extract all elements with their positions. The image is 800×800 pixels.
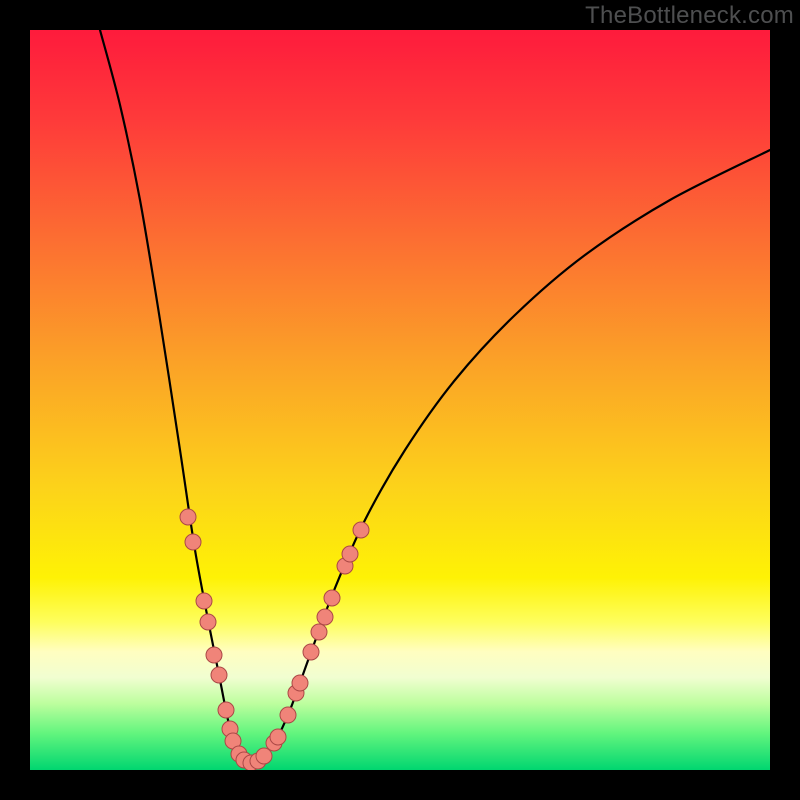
bottleneck-curve [100,30,770,763]
plot-area [30,30,770,770]
data-dot [303,644,319,660]
data-dots [180,509,369,770]
data-dot [292,675,308,691]
data-dot [324,590,340,606]
data-dot [311,624,327,640]
chart-frame: TheBottleneck.com [0,0,800,800]
data-dot [200,614,216,630]
data-dot [256,748,272,764]
data-dot [280,707,296,723]
chart-overlay [30,30,770,770]
data-dot [218,702,234,718]
data-dot [196,593,212,609]
data-dot [211,667,227,683]
watermark-text: TheBottleneck.com [585,2,794,30]
data-dot [206,647,222,663]
data-dot [353,522,369,538]
data-dot [317,609,333,625]
data-dot [180,509,196,525]
data-dot [270,729,286,745]
data-dot [342,546,358,562]
data-dot [185,534,201,550]
